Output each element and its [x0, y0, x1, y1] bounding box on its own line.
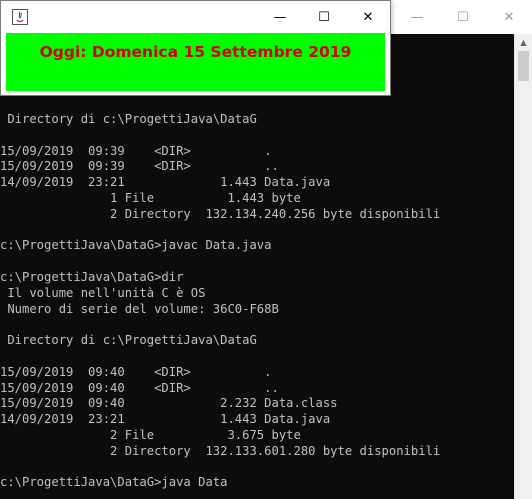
- console-line: 15/09/2019 09:40 <DIR> ..: [0, 380, 279, 395]
- console-window-controls: — ☐ ✕: [394, 0, 532, 34]
- console-line: 1 File 1.443 byte: [0, 190, 301, 205]
- console-minimize-icon[interactable]: —: [394, 0, 440, 34]
- console-line: 15/09/2019 09:39 <DIR> .: [0, 143, 272, 158]
- console-line: 2 File 3.675 byte: [0, 427, 301, 442]
- console-line: Numero di serie del volume: 36C0-F68B: [0, 301, 279, 316]
- console-line: 15/09/2019 09:40 2.232 Data.class: [0, 396, 338, 411]
- console-line: Directory di c:\ProgettiJava\DataG: [0, 112, 257, 126]
- console-line: 15/09/2019 09:40 <DIR> .: [0, 364, 272, 379]
- java-maximize-icon[interactable]: ☐: [302, 1, 346, 33]
- console-output: Directory di c:\ProgettiJava\DataG 15/09/…: [0, 112, 512, 491]
- java-app-icon: [12, 9, 28, 25]
- console-line: 14/09/2019 23:21 1.443 Data.java: [0, 412, 331, 427]
- java-date-window: — ☐ ✕ Oggi: Domenica 15 Settembre 2019: [0, 0, 391, 96]
- scroll-up-arrow-icon[interactable]: ▲: [515, 34, 532, 51]
- console-line: 14/09/2019 23:21 1.443 Data.java: [0, 175, 331, 190]
- java-window-titlebar: — ☐ ✕: [1, 1, 390, 33]
- console-close-icon[interactable]: ✕: [486, 0, 532, 34]
- console-line: 2 Directory 132.133.601.280 byte disponi…: [0, 443, 441, 458]
- java-minimize-icon[interactable]: —: [258, 1, 302, 33]
- console-line: c:\ProgettiJava\DataG>java Data: [0, 475, 228, 490]
- scroll-thumb[interactable]: [518, 51, 529, 81]
- console-line: 15/09/2019 09:39 <DIR> ..: [0, 159, 279, 174]
- date-label: Oggi: Domenica 15 Settembre 2019: [39, 43, 352, 61]
- java-close-icon[interactable]: ✕: [346, 1, 390, 33]
- date-panel: Oggi: Domenica 15 Settembre 2019: [6, 33, 385, 91]
- java-window-controls: — ☐ ✕: [258, 1, 390, 33]
- console-scrollbar[interactable]: ▲: [514, 34, 532, 499]
- console-line: Il volume nell'unità C è OS: [0, 285, 206, 300]
- console-line: Directory di c:\ProgettiJava\DataG: [0, 333, 257, 348]
- console-line: c:\ProgettiJava\DataG>javac Data.java: [0, 238, 272, 253]
- console-maximize-icon[interactable]: ☐: [440, 0, 486, 34]
- console-line: 2 Directory 132.134.240.256 byte disponi…: [0, 206, 441, 221]
- console-line: c:\ProgettiJava\DataG>dir: [0, 269, 184, 284]
